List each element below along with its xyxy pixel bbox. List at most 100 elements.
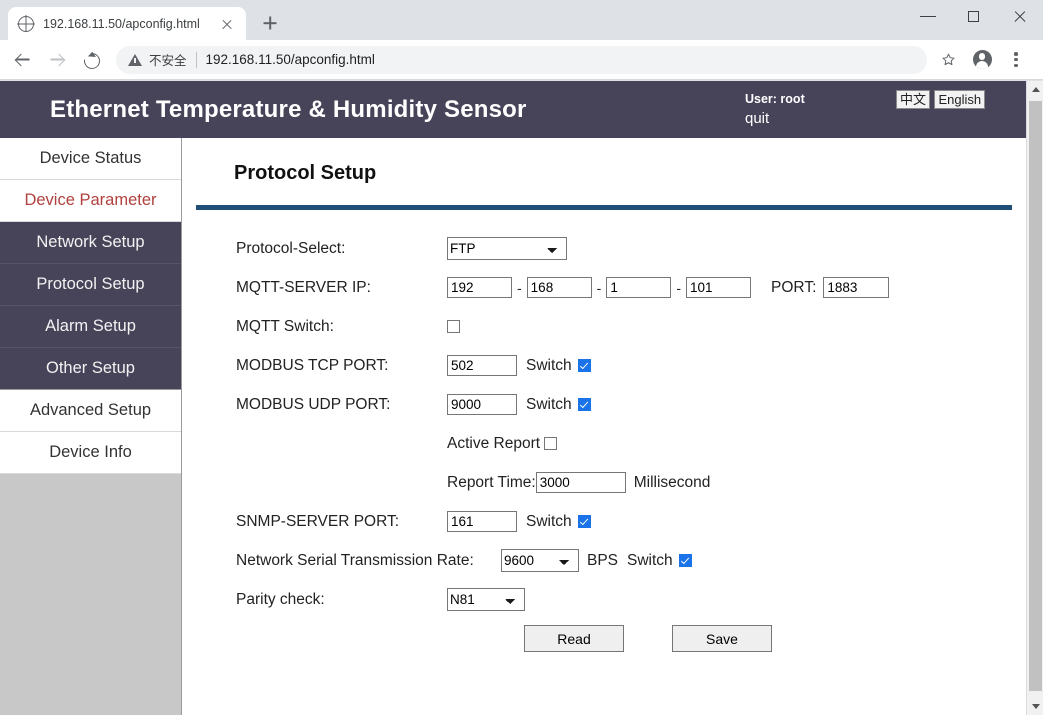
address-bar[interactable]: 不安全 192.168.11.50/apconfig.html xyxy=(116,45,927,74)
label-parity-check: Parity check: xyxy=(236,590,325,608)
tab-strip: 192.168.11.50/apconfig.html xyxy=(0,0,1043,40)
profile-button[interactable] xyxy=(967,45,997,75)
read-button[interactable]: Read xyxy=(524,625,624,652)
forward-button[interactable] xyxy=(42,45,72,75)
scroll-up-arrow-icon[interactable] xyxy=(1027,81,1043,98)
active-report-checkbox[interactable] xyxy=(544,437,558,450)
quit-link[interactable]: quit xyxy=(745,108,805,130)
row-active-report: Active Report xyxy=(182,424,1026,463)
browser-tab[interactable]: 192.168.11.50/apconfig.html xyxy=(8,7,246,40)
unit-millisecond: Millisecond xyxy=(633,473,711,491)
scrollbar-thumb[interactable] xyxy=(1029,101,1042,691)
label-modbus-tcp-switch: Switch xyxy=(526,356,572,374)
parity-check-dropdown[interactable]: N81 xyxy=(447,588,525,611)
sidebar-item-advanced-setup[interactable]: Advanced Setup xyxy=(0,390,181,432)
sidebar: Device Status Device Parameter Network S… xyxy=(0,138,182,715)
reload-button[interactable] xyxy=(76,45,106,75)
page-title: Ethernet Temperature & Humidity Sensor xyxy=(50,95,527,123)
snmp-switch-checkbox[interactable] xyxy=(577,515,591,528)
unit-bps: BPS xyxy=(587,551,619,569)
reload-icon xyxy=(80,49,104,72)
serial-switch-checkbox[interactable] xyxy=(678,554,692,567)
label-report-time: Report Time: xyxy=(447,473,536,491)
window-controls xyxy=(905,0,1043,32)
mqtt-switch-checkbox[interactable] xyxy=(447,320,460,333)
page-scrollbar[interactable] xyxy=(1026,81,1043,715)
sidebar-item-network-setup[interactable]: Network Setup xyxy=(0,222,181,264)
content-title: Protocol Setup xyxy=(234,162,377,184)
tab-title: 192.168.11.50/apconfig.html xyxy=(43,16,200,31)
back-button[interactable] xyxy=(8,45,38,75)
row-snmp-server-port: SNMP-SERVER PORT: Switch xyxy=(182,502,1026,541)
row-modbus-udp-port: MODBUS UDP PORT: Switch xyxy=(182,385,1026,424)
forward-arrow-icon xyxy=(50,53,64,66)
tab-close-icon[interactable] xyxy=(218,15,236,33)
report-time-input[interactable] xyxy=(535,472,626,493)
mqtt-ip-octet-1[interactable] xyxy=(447,277,512,298)
snmp-port-input[interactable] xyxy=(447,511,517,532)
sidebar-item-protocol-setup[interactable]: Protocol Setup xyxy=(0,264,181,306)
modbus-tcp-port-input[interactable] xyxy=(447,355,517,376)
language-button-english[interactable]: English xyxy=(934,90,986,109)
protocol-form: Protocol-Select: FTP MQTT-SERVER IP: - xyxy=(182,210,1026,652)
scroll-down-arrow-icon[interactable] xyxy=(1027,698,1043,715)
sidebar-item-device-parameter[interactable]: Device Parameter xyxy=(0,180,181,222)
row-serial-rate: Network Serial Transmission Rate: 9600 B… xyxy=(182,541,1026,580)
modbus-tcp-switch-checkbox[interactable] xyxy=(577,359,591,372)
sidebar-item-other-setup[interactable]: Other Setup xyxy=(0,348,181,390)
form-actions: Read Save xyxy=(182,619,1026,652)
label-active-report: Active Report xyxy=(447,434,541,452)
sidebar-item-device-status[interactable]: Device Status xyxy=(0,138,181,180)
ip-separator-1: - xyxy=(517,279,522,296)
three-dots-icon xyxy=(1014,51,1018,68)
close-icon[interactable] xyxy=(997,0,1043,32)
label-mqtt-server-ip: MQTT-SERVER IP: xyxy=(236,278,371,296)
mqtt-port-input[interactable] xyxy=(823,277,890,298)
language-button-chinese[interactable]: 中文 xyxy=(896,90,931,109)
modbus-udp-switch-checkbox[interactable] xyxy=(577,398,591,411)
label-snmp-server-port: SNMP-SERVER PORT: xyxy=(236,512,400,530)
mqtt-ip-octet-2[interactable] xyxy=(526,277,592,298)
label-modbus-udp-port: MODBUS UDP PORT: xyxy=(236,395,391,413)
avatar-icon xyxy=(972,50,992,69)
row-modbus-tcp-port: MODBUS TCP PORT: Switch xyxy=(182,346,1026,385)
minimize-icon[interactable] xyxy=(905,0,951,32)
modbus-udp-port-input[interactable] xyxy=(447,394,517,415)
label-serial-rate: Network Serial Transmission Rate: xyxy=(236,551,474,569)
user-block: User: root quit xyxy=(745,90,805,130)
bookmark-button[interactable] xyxy=(933,45,963,75)
menu-button[interactable] xyxy=(1001,45,1031,75)
label-mqtt-port: PORT: xyxy=(771,278,817,296)
save-button[interactable]: Save xyxy=(672,625,772,652)
user-label: User: root xyxy=(745,92,805,106)
page-body: Device Status Device Parameter Network S… xyxy=(0,138,1026,715)
row-mqtt-switch: MQTT Switch: xyxy=(182,307,1026,346)
protocol-select-dropdown[interactable]: FTP xyxy=(447,237,567,260)
page-header: Ethernet Temperature & Humidity Sensor U… xyxy=(0,81,1026,138)
url-text: 192.168.11.50/apconfig.html xyxy=(205,52,375,67)
globe-icon xyxy=(18,15,34,32)
sidebar-item-device-info[interactable]: Device Info xyxy=(0,432,181,474)
label-snmp-switch: Switch xyxy=(526,512,572,530)
back-arrow-icon xyxy=(16,53,30,66)
ip-separator-3: - xyxy=(676,279,682,296)
browser-window: 192.168.11.50/apconfig.html 不安全 192.168.… xyxy=(0,0,1043,715)
maximize-icon[interactable] xyxy=(951,0,997,32)
language-switcher: 中文 English xyxy=(896,90,986,114)
row-mqtt-server-ip: MQTT-SERVER IP: - - - PORT: xyxy=(182,268,1026,307)
label-mqtt-switch: MQTT Switch: xyxy=(236,317,334,335)
label-modbus-udp-switch: Switch xyxy=(526,395,572,413)
ip-separator-2: - xyxy=(596,279,602,296)
security-status-text: 不安全 xyxy=(149,54,187,68)
warning-icon xyxy=(128,53,142,66)
mqtt-ip-octet-3[interactable] xyxy=(606,277,672,298)
row-parity-check: Parity check: N81 xyxy=(182,580,1026,619)
browser-toolbar: 不安全 192.168.11.50/apconfig.html xyxy=(0,40,1043,80)
label-modbus-tcp-port: MODBUS TCP PORT: xyxy=(236,356,389,374)
new-tab-button[interactable] xyxy=(256,9,284,37)
serial-rate-dropdown[interactable]: 9600 xyxy=(501,549,579,572)
mqtt-ip-octet-4[interactable] xyxy=(686,277,752,298)
sidebar-item-alarm-setup[interactable]: Alarm Setup xyxy=(0,306,181,348)
page-viewport: Ethernet Temperature & Humidity Sensor U… xyxy=(0,81,1043,715)
label-serial-switch: Switch xyxy=(627,551,673,569)
